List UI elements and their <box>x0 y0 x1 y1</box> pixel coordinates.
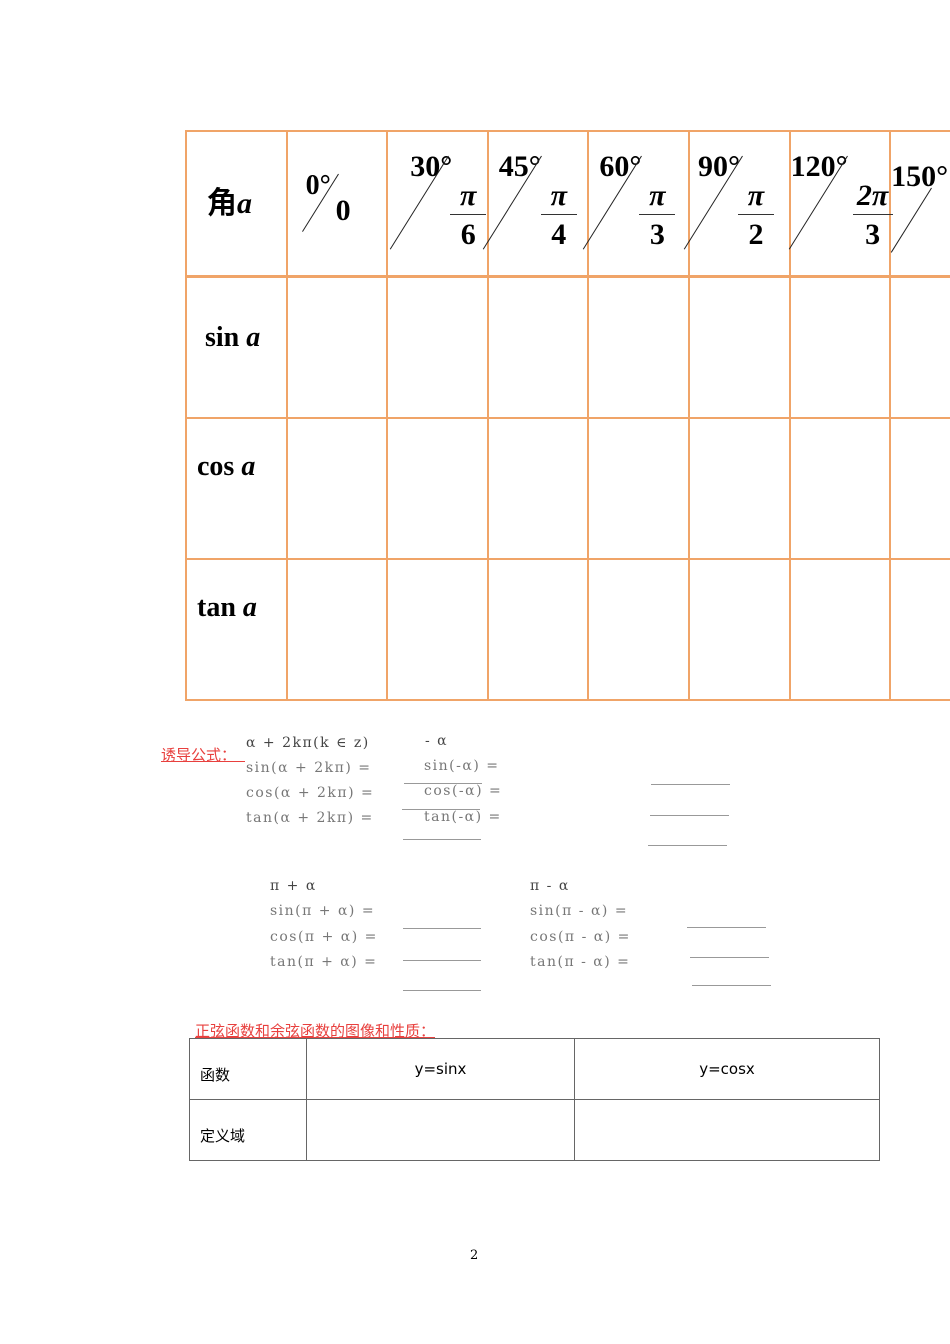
header-cosx: y=cosx <box>574 1038 880 1100</box>
angle-radian: π4 <box>540 178 577 255</box>
value-cell[interactable] <box>788 275 892 419</box>
value-cell[interactable] <box>306 1099 575 1161</box>
value-cell[interactable] <box>285 558 389 701</box>
angle-cell-45: 45° π4 <box>482 130 590 278</box>
row-label-cell: tan a <box>185 558 288 701</box>
group4-line-tan: tan(π - α) = <box>530 954 631 970</box>
table-header-row: 函数 y=sinx y=cosx <box>189 1038 880 1100</box>
value-cell[interactable] <box>587 275 690 419</box>
value-cell[interactable] <box>587 558 690 701</box>
value-cell[interactable] <box>788 417 892 560</box>
table-row-cos: cos a <box>185 417 950 560</box>
angle-label: 角a <box>207 187 252 220</box>
answer-blank[interactable] <box>648 845 727 846</box>
table-row-tan: tan a <box>185 558 950 701</box>
value-cell[interactable] <box>285 417 389 560</box>
group2-line-cos: cos(-α) = <box>424 783 503 799</box>
answer-blank[interactable] <box>403 990 481 991</box>
row-label-sin: sin a <box>205 322 261 353</box>
answer-blank[interactable] <box>404 783 482 784</box>
answer-blank[interactable] <box>403 839 481 840</box>
group3-header: π + α <box>270 878 317 894</box>
answer-blank[interactable] <box>403 960 481 961</box>
value-cell[interactable] <box>788 558 892 701</box>
angle-cell-120: 120° 2π 3 <box>788 130 893 278</box>
row-label-cos: cos a <box>197 451 256 482</box>
angle-cell-60: 60° π3 <box>583 130 690 278</box>
value-cell[interactable] <box>285 275 389 419</box>
value-cell[interactable] <box>587 417 690 560</box>
group2-line-tan: tan(-α) = <box>424 809 502 825</box>
angle-cell-150: 150° <box>889 130 950 278</box>
row-label-tan: tan a <box>197 592 257 623</box>
angle-degree: 30° <box>410 150 453 183</box>
group2-line-sin: sin(-α) = <box>424 758 500 774</box>
value-cell[interactable] <box>574 1099 880 1161</box>
angle-radian: π2 <box>737 178 774 255</box>
answer-blank[interactable] <box>687 927 766 928</box>
answer-blank[interactable] <box>403 928 481 929</box>
value-cell[interactable] <box>889 558 950 701</box>
trig-values-table: 角a 0° 0 30° π6 45° π4 60° π3 90° π2 120°… <box>185 130 950 701</box>
group1-line-tan: tan(α + 2kπ) = <box>246 810 374 826</box>
header-sinx: y=sinx <box>306 1038 575 1100</box>
table-row: 定义域 <box>189 1099 880 1161</box>
value-cell[interactable] <box>486 417 590 560</box>
answer-blank[interactable] <box>402 809 480 810</box>
header-angle-label-cell: 角a <box>185 130 288 278</box>
value-cell[interactable] <box>486 275 590 419</box>
group2-header: - α <box>425 733 449 749</box>
answer-blank[interactable] <box>692 985 771 986</box>
group1-header: α + 2kπ(k ∈ z) <box>246 735 370 751</box>
group3-line-tan: tan(π + α) = <box>270 954 378 970</box>
angle-degree: 150° <box>891 160 949 193</box>
group1-line-cos: cos(α + 2kπ) = <box>246 785 375 801</box>
value-cell[interactable] <box>687 417 791 560</box>
angle-degree: 0° <box>305 170 331 201</box>
angle-cell-30: 30° π6 <box>386 130 489 278</box>
value-cell[interactable] <box>889 417 950 560</box>
row-label-domain: 定义域 <box>189 1099 307 1161</box>
answer-blank[interactable] <box>690 957 769 958</box>
value-cell[interactable] <box>386 417 489 560</box>
group4-line-sin: sin(π - α) = <box>530 903 629 919</box>
answer-blank[interactable] <box>650 815 729 816</box>
angle-radian: π3 <box>639 178 676 255</box>
value-cell[interactable] <box>889 275 950 419</box>
sin-cos-properties-table: 函数 y=sinx y=cosx 定义域 <box>189 1038 880 1161</box>
value-cell[interactable] <box>687 558 791 701</box>
header-function-label: 函数 <box>189 1038 307 1100</box>
group4-line-cos: cos(π - α) = <box>530 929 631 945</box>
table-header-row: 角a 0° 0 30° π6 45° π4 60° π3 90° π2 120°… <box>185 130 950 278</box>
table-row-sin: sin a <box>185 275 950 419</box>
page-number: 2 <box>470 1248 479 1263</box>
value-cell[interactable] <box>486 558 590 701</box>
row-label-cell: sin a <box>185 275 288 419</box>
angle-cell-0: 0° 0 <box>285 130 389 278</box>
row-label-cell: cos a <box>185 417 288 560</box>
group1-line-sin: sin(α + 2kπ) = <box>246 760 372 776</box>
angle-radian: 2π 3 <box>852 178 893 255</box>
value-cell[interactable] <box>386 275 489 419</box>
angle-radian: 0 <box>335 194 351 227</box>
diagonal-divider <box>890 187 933 253</box>
angle-cell-90: 90° π2 <box>683 130 791 278</box>
angle-radian: π6 <box>450 178 487 255</box>
group3-line-cos: cos(π + α) = <box>270 929 378 945</box>
answer-blank[interactable] <box>651 784 730 785</box>
group3-line-sin: sin(π + α) = <box>270 903 376 919</box>
group4-header: π - α <box>530 878 570 894</box>
value-cell[interactable] <box>386 558 489 701</box>
value-cell[interactable] <box>687 275 791 419</box>
title-underline-extension <box>200 761 245 762</box>
